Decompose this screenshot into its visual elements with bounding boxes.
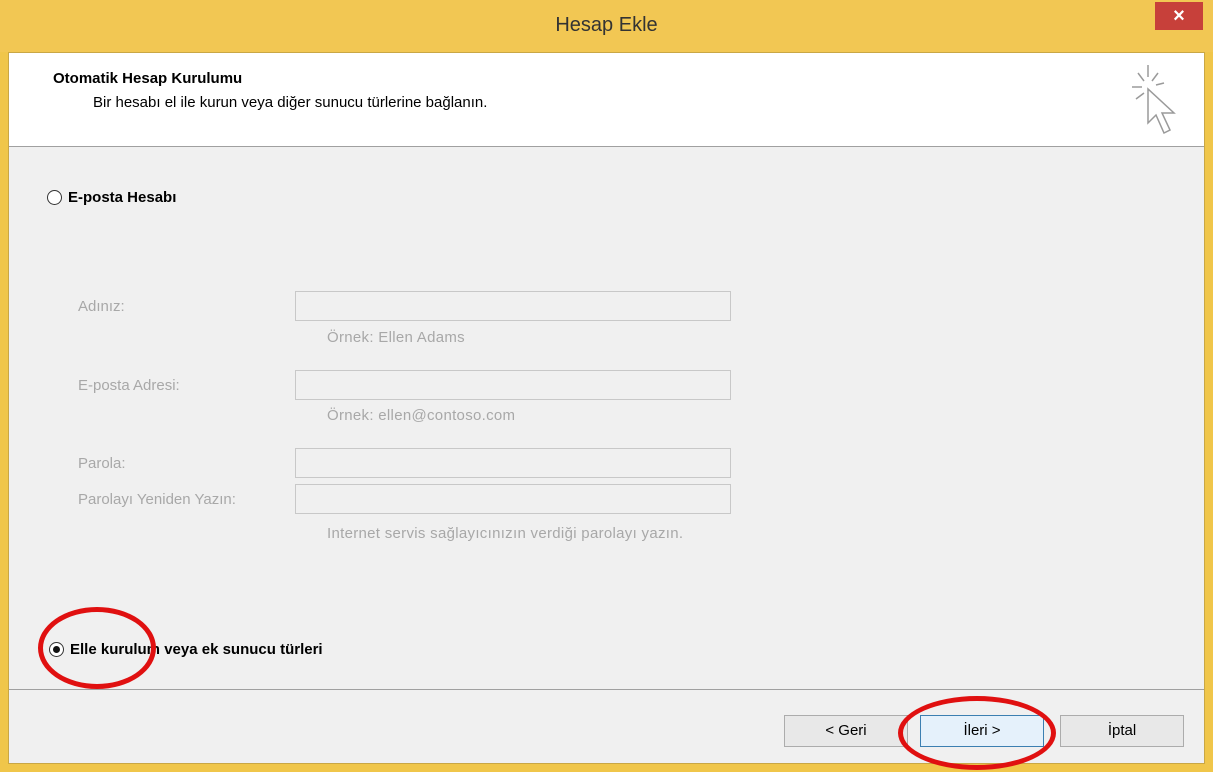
add-account-dialog: Hesap Ekle × Otomatik Hesap Kurulumu Bir…	[0, 0, 1213, 772]
back-button[interactable]: < Geri	[784, 715, 908, 747]
radio-checked-icon	[49, 642, 64, 657]
auto-setup-cursor-icon	[1132, 65, 1176, 135]
dialog-body: Otomatik Hesap Kurulumu Bir hesabı el il…	[8, 52, 1205, 764]
manual-setup-radio[interactable]: Elle kurulum veya ek sunucu türleri	[49, 641, 323, 658]
header-panel: Otomatik Hesap Kurulumu Bir hesabı el il…	[9, 53, 1204, 147]
window-title: Hesap Ekle	[555, 14, 658, 36]
email-hint: Örnek: ellen@contoso.com	[327, 407, 516, 424]
password-label: Parola:	[78, 455, 126, 472]
name-input	[295, 291, 731, 321]
next-button[interactable]: İleri >	[920, 715, 1044, 747]
retype-password-label: Parolayı Yeniden Yazın:	[78, 491, 236, 508]
email-address-input	[295, 370, 731, 400]
email-account-radio[interactable]: E-posta Hesabı	[47, 189, 176, 206]
name-label: Adınız:	[78, 298, 125, 315]
header-subtitle: Bir hesabı el ile kurun veya diğer sunuc…	[93, 94, 488, 111]
close-icon: ×	[1173, 5, 1185, 27]
name-hint: Örnek: Ellen Adams	[327, 329, 465, 346]
email-address-label: E-posta Adresi:	[78, 377, 180, 394]
footer-divider	[9, 689, 1204, 690]
close-button[interactable]: ×	[1155, 2, 1203, 30]
password-hint: Internet servis sağlayıcınızın verdiği p…	[327, 525, 684, 542]
radio-unchecked-icon	[47, 190, 62, 205]
cancel-button[interactable]: İptal	[1060, 715, 1184, 747]
retype-password-input	[295, 484, 731, 514]
header-title: Otomatik Hesap Kurulumu	[53, 70, 243, 87]
title-bar[interactable]: Hesap Ekle ×	[0, 0, 1213, 52]
manual-setup-label: Elle kurulum veya ek sunucu türleri	[70, 641, 323, 658]
email-account-label: E-posta Hesabı	[68, 189, 177, 206]
password-input	[295, 448, 731, 478]
